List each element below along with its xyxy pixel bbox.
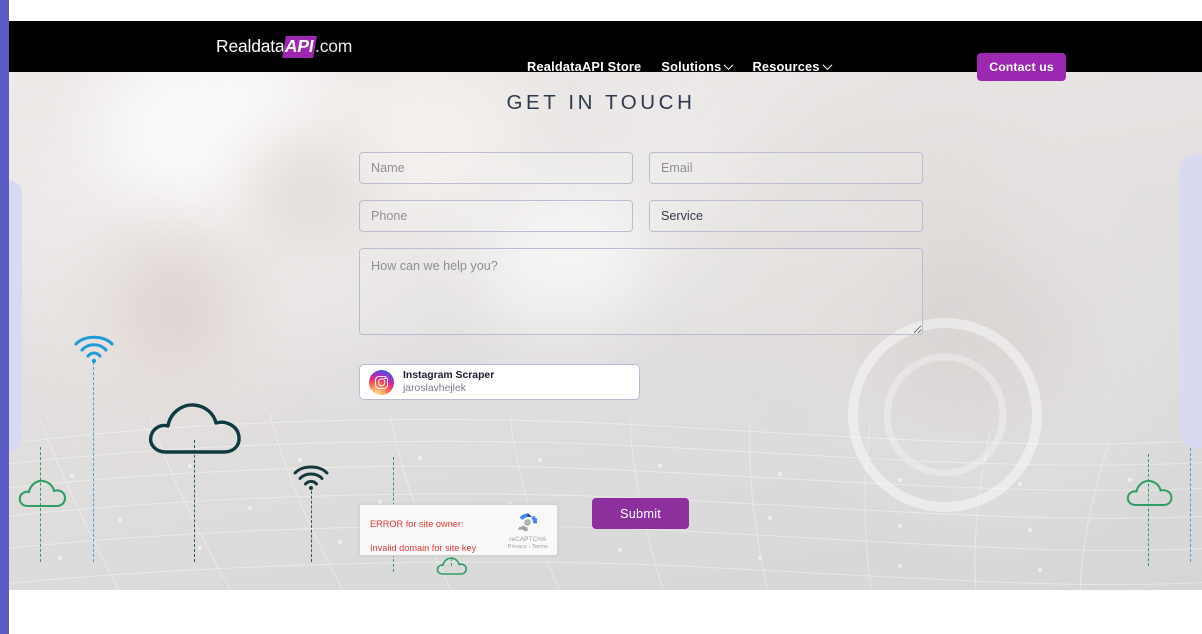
main-navigation: RealdataAPI Store Solutions Resources — [527, 59, 833, 74]
recaptcha-brand-label: reCAPTCHA — [509, 536, 547, 543]
recaptcha-error-text: ERROR for site owner: Invalid domain for… — [370, 505, 476, 555]
nav-item-resources[interactable]: Resources — [752, 59, 833, 74]
contact-us-button[interactable]: Contact us — [977, 53, 1066, 81]
phone-input[interactable] — [359, 200, 633, 232]
site-logo[interactable]: RealdataAPI.com — [216, 36, 352, 58]
actor-author: jaroslavhejlek — [403, 382, 466, 394]
nav-label-store: RealdataAPI Store — [527, 59, 642, 74]
recaptcha-error-line1: ERROR for site owner: — [370, 518, 464, 529]
chevron-down-icon — [822, 60, 833, 71]
recaptcha-logo-icon — [518, 513, 539, 532]
logo-text-realdata: Realdata — [216, 36, 285, 56]
left-edge-accent-strip — [0, 0, 9, 634]
contact-form-section: GET IN TOUCH Instagram Scraper jaroslavh… — [0, 72, 1202, 590]
recaptcha-branding: reCAPTCHA Privacy - Terms — [508, 510, 548, 550]
instagram-icon — [369, 369, 394, 395]
service-input[interactable] — [649, 200, 923, 232]
page-top-spacer — [0, 0, 1202, 21]
nav-label-resources: Resources — [752, 59, 820, 74]
instagram-scraper-card[interactable]: Instagram Scraper jaroslavhejlek — [359, 364, 640, 400]
submit-button[interactable]: Submit — [592, 498, 689, 529]
name-input[interactable] — [359, 152, 633, 184]
page-root: GET IN TOUCH Instagram Scraper jaroslavh… — [0, 0, 1202, 634]
logo-text-api: API — [282, 36, 317, 58]
nav-item-store[interactable]: RealdataAPI Store — [527, 59, 641, 74]
page-bottom-spacer — [0, 590, 1202, 634]
email-input[interactable] — [649, 152, 923, 184]
nav-label-solutions: Solutions — [661, 59, 722, 74]
actor-title: Instagram Scraper — [403, 369, 495, 381]
nav-item-solutions[interactable]: Solutions — [661, 59, 734, 74]
message-textarea[interactable] — [359, 248, 923, 335]
recaptcha-error-line2: Invalid domain for site key — [370, 543, 477, 554]
logo-text-com: .com — [315, 36, 353, 56]
site-header: RealdataAPI.com RealdataAPI Store Soluti… — [0, 21, 1202, 81]
chevron-down-icon — [723, 60, 734, 71]
recaptcha-widget[interactable]: ERROR for site owner: Invalid domain for… — [359, 504, 558, 556]
recaptcha-privacy-terms[interactable]: Privacy - Terms — [508, 544, 548, 550]
page-title: GET IN TOUCH — [506, 91, 696, 114]
